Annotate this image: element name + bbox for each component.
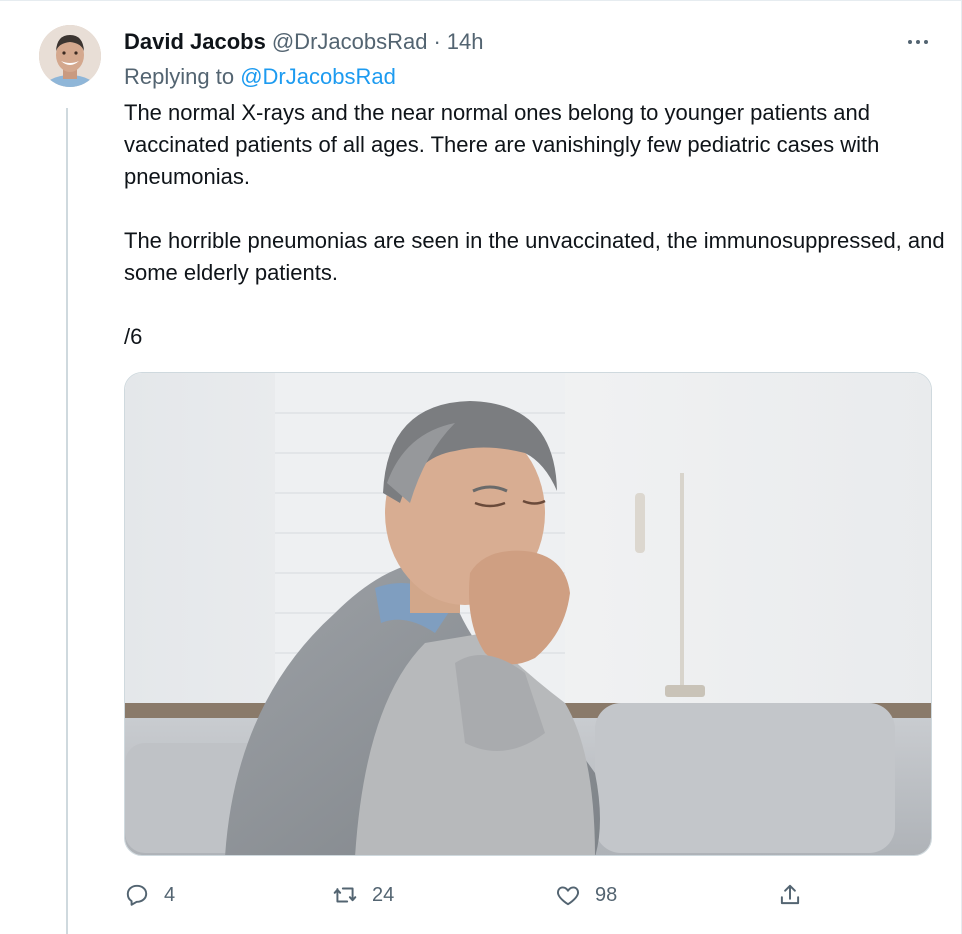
replying-handle-link[interactable]: @DrJacobsRad [240,64,396,89]
retweet-count: 24 [372,883,395,906]
tweet-paragraph: /6 [124,324,143,349]
header-separator: · [433,29,441,54]
reply-bubble-icon [126,884,148,906]
photo-coughing-man [125,373,931,855]
tweet-header: David Jacobs @DrJacobsRad · 14h [124,26,484,58]
replying-prefix: Replying to [124,64,235,89]
tweet-paragraph: The normal X-rays and the near normal on… [124,100,880,189]
reply-button[interactable]: 4 [124,878,175,912]
tweet-text: The normal X-rays and the near normal on… [124,97,946,353]
share-upload-icon [780,884,800,905]
tweet-timestamp[interactable]: 14h [447,29,484,55]
avatar-image [39,25,101,87]
tweet-media-photo[interactable] [124,372,932,856]
heart-icon [557,886,579,906]
tweet-paragraph: The horrible pneumonias are seen in the … [124,228,945,285]
like-button[interactable]: 98 [555,878,617,912]
more-horizontal-icon [908,40,912,44]
avatar[interactable] [39,25,101,87]
replying-to: Replying to @DrJacobsRad [124,64,396,90]
more-options-button[interactable] [903,30,933,54]
share-button[interactable] [777,878,817,912]
reply-count: 4 [164,883,176,906]
like-count: 98 [595,883,618,906]
thread-connector-line [66,108,68,934]
retweet-icon [333,887,357,903]
retweet-button[interactable]: 24 [332,878,394,912]
tweet-actions-bar: 4 24 98 [0,878,962,912]
author-name[interactable]: David Jacobs [124,29,266,55]
author-handle[interactable]: @DrJacobsRad [272,29,428,55]
card-top-border [0,0,962,1]
